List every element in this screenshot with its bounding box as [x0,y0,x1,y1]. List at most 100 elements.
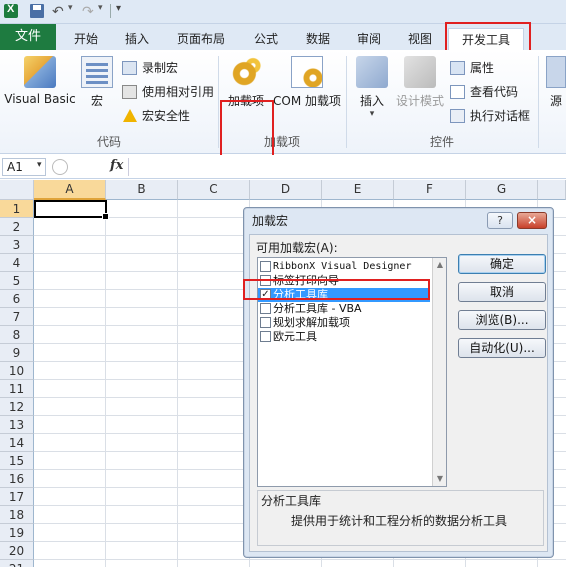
list-item[interactable]: 分析工具库 - VBA [258,302,430,316]
row-header[interactable]: 14 [0,434,34,452]
row-header[interactable]: 10 [0,362,34,380]
row-header[interactable]: 7 [0,308,34,326]
macros-label: 宏 [90,94,103,108]
column-header-e[interactable]: E [322,180,394,200]
relative-references-label: 使用相对引用 [142,85,215,99]
row-header[interactable]: 20 [0,542,34,560]
group-separator [538,56,539,148]
available-addins-label: 可用加载宏(A): [256,241,338,255]
row-header[interactable]: 19 [0,524,34,542]
addins-listbox[interactable]: RibbonX Visual Designer 标签打印向导 ✓ 分析工具库 分… [257,257,447,487]
tab-data[interactable]: 数据 [298,28,338,50]
record-macro-button[interactable]: 录制宏 [122,58,178,78]
row-header[interactable]: 18 [0,506,34,524]
com-addins-button[interactable]: COM 加载项 [272,56,342,109]
browse-button[interactable]: 浏览(B)... [458,310,546,330]
source-label: 源 [549,94,562,108]
row-header[interactable]: 15 [0,452,34,470]
insert-function-icon[interactable]: fx [110,158,123,173]
row-header[interactable]: 1 [0,200,34,218]
tab-review[interactable]: 审阅 [349,28,389,50]
row-header[interactable]: 6 [0,290,34,308]
tab-developer[interactable]: 开发工具 [448,28,524,50]
scroll-down-icon[interactable]: ▼ [433,472,446,486]
column-header-d[interactable]: D [250,180,322,200]
addin-checkbox[interactable] [260,261,271,272]
name-box-dropdown-icon[interactable]: ▾ [37,160,42,170]
addins-dialog: 加载宏 ? × 可用加载宏(A): RibbonX Visual Designe… [243,207,554,558]
row-header[interactable]: 12 [0,398,34,416]
row-header[interactable]: 4 [0,254,34,272]
select-all-corner[interactable] [0,180,34,200]
redo-dropdown-icon[interactable]: ▾ [98,3,103,13]
row-header[interactable]: 2 [0,218,34,236]
view-code-icon [450,85,465,99]
properties-icon [450,61,465,75]
list-item[interactable]: 欧元工具 [258,330,430,344]
cancel-button[interactable]: 取消 [458,282,546,302]
undo-icon[interactable]: ↶ [52,4,66,20]
addin-checkbox[interactable] [260,331,271,342]
column-header-c[interactable]: C [178,180,250,200]
column-header-b[interactable]: B [106,180,178,200]
automation-button[interactable]: 自动化(U)... [458,338,546,358]
row-header[interactable]: 17 [0,488,34,506]
row-header[interactable]: 5 [0,272,34,290]
save-icon[interactable] [30,4,44,18]
list-item[interactable]: 标签打印向导 [258,274,430,288]
addin-checkbox[interactable] [260,275,271,286]
addins-group-label: 加载项 [263,135,300,149]
run-dialog-button[interactable]: 执行对话框 [450,106,530,126]
tab-home[interactable]: 开始 [66,28,106,50]
column-header-h[interactable] [538,180,566,200]
view-code-button[interactable]: 查看代码 [450,82,518,102]
insert-control-button[interactable]: 插入 ▾ [352,56,392,119]
row-header[interactable]: 3 [0,236,34,254]
ribbon: Visual Basic 宏 录制宏 使用相对引用 宏安全性 代码 加载项 CO… [0,50,566,169]
addin-label: 分析工具库 [273,288,328,301]
addins-button[interactable]: 加载项 [222,56,270,109]
listbox-scrollbar[interactable]: ▲ ▼ [432,258,446,486]
addin-checkbox[interactable] [260,303,271,314]
close-icon[interactable]: × [517,212,547,229]
description-text: 提供用于统计和工程分析的数据分析工具 [291,514,508,528]
row-header[interactable]: 21 [0,560,34,567]
redo-icon[interactable]: ↷ [82,4,96,20]
undo-dropdown-icon[interactable]: ▾ [68,3,73,13]
addin-checkbox[interactable] [260,317,271,328]
row-header[interactable]: 16 [0,470,34,488]
insert-dropdown-icon: ▾ [369,109,375,119]
row-header[interactable]: 9 [0,344,34,362]
properties-button[interactable]: 属性 [450,58,494,78]
column-header-g[interactable]: G [466,180,538,200]
help-icon[interactable]: ? [487,212,513,229]
column-header-f[interactable]: F [394,180,466,200]
tab-insert[interactable]: 插入 [117,28,157,50]
ok-button[interactable]: 确定 [458,254,546,274]
scroll-up-icon[interactable]: ▲ [433,258,446,272]
list-item[interactable]: 规划求解加载项 [258,316,430,330]
visual-basic-button[interactable]: Visual Basic [4,56,76,106]
design-mode-label: 设计模式 [395,94,444,108]
row-header[interactable]: 13 [0,416,34,434]
relative-references-button[interactable]: 使用相对引用 [122,82,214,102]
row-header[interactable]: 11 [0,380,34,398]
column-header-a[interactable]: A [34,180,106,200]
formula-expand-icon[interactable] [52,159,68,175]
list-item[interactable]: ✓ 分析工具库 [258,288,430,302]
macro-security-button[interactable]: 宏安全性 [122,106,190,126]
macros-button[interactable]: 宏 [80,56,114,109]
source-button[interactable]: 源 [546,56,566,109]
tab-page-layout[interactable]: 页面布局 [168,28,234,50]
tab-formulas[interactable]: 公式 [246,28,286,50]
design-mode-button[interactable]: 设计模式 [394,56,446,109]
addin-label: 欧元工具 [273,330,317,343]
tab-file[interactable]: 文件 [0,24,56,50]
list-item[interactable]: RibbonX Visual Designer [258,260,430,274]
row-header[interactable]: 8 [0,326,34,344]
active-cell[interactable] [34,200,109,220]
formula-input[interactable] [128,158,564,176]
addin-checkbox-checked[interactable]: ✓ [260,289,271,300]
customize-qat-icon[interactable]: ▾ [116,3,121,14]
tab-view[interactable]: 视图 [400,28,440,50]
